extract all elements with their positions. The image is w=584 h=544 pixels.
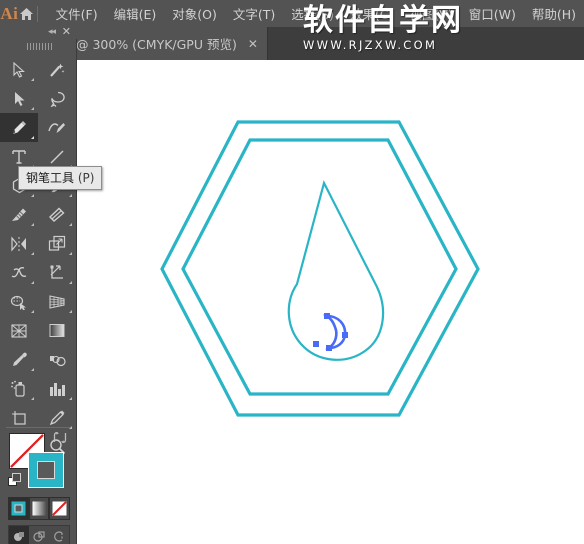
selection-tool-icon[interactable] bbox=[0, 55, 38, 84]
drag-handle[interactable] bbox=[27, 43, 53, 50]
tool-row bbox=[0, 258, 77, 287]
menu-view[interactable]: 视图(V) bbox=[401, 0, 460, 27]
collapse-icon[interactable]: ◂◂ bbox=[48, 26, 56, 37]
stroke-swatch[interactable] bbox=[28, 452, 64, 488]
lasso-tool-icon[interactable] bbox=[38, 84, 76, 113]
tooltip-shortcut: (P) bbox=[77, 171, 95, 185]
shaper-tool-icon[interactable] bbox=[0, 200, 38, 229]
symbol-sprayer-tool-icon[interactable] bbox=[0, 374, 38, 403]
tool-panel-header[interactable]: ◂◂ ✕ bbox=[0, 25, 77, 39]
shape-builder-tool-icon[interactable] bbox=[0, 287, 38, 316]
menu-help[interactable]: 帮助(H) bbox=[524, 0, 584, 27]
eyedropper-tool-icon[interactable] bbox=[0, 345, 38, 374]
draw-mode-buttons bbox=[8, 525, 70, 544]
tool-row bbox=[0, 316, 77, 345]
artwork-svg bbox=[160, 120, 480, 417]
draw-inside-button[interactable] bbox=[49, 526, 69, 544]
rotate-reflect-tool-icon[interactable] bbox=[0, 229, 38, 258]
tool-row bbox=[0, 84, 77, 113]
direct-selection-tool-icon[interactable] bbox=[0, 84, 38, 113]
artboard-canvas[interactable] bbox=[77, 60, 584, 544]
tool-row bbox=[0, 200, 77, 229]
document-tab[interactable]: @ 300% (CMYK/GPU 预览) ✕ bbox=[66, 27, 268, 60]
tool-row bbox=[0, 229, 77, 258]
eraser-tool-icon[interactable] bbox=[38, 200, 76, 229]
divider bbox=[6, 427, 70, 428]
outer-hexagon[interactable] bbox=[160, 120, 480, 417]
tool-grid bbox=[0, 55, 77, 461]
menu-items: 文件(F) 编辑(E) 对象(O) 文字(T) 选择(S) 效果(C) 视图(V… bbox=[48, 0, 584, 27]
menu-type[interactable]: 文字(T) bbox=[225, 0, 283, 27]
swap-fill-stroke-icon[interactable] bbox=[53, 431, 67, 449]
tooltip-label: 钢笔工具 bbox=[26, 171, 75, 185]
stroke-swatch-inner bbox=[37, 461, 55, 479]
default-fill-stroke-icon[interactable] bbox=[8, 473, 22, 492]
menu-file[interactable]: 文件(F) bbox=[48, 0, 106, 27]
gradient-tool-icon[interactable] bbox=[38, 316, 76, 345]
anchor-point[interactable] bbox=[342, 332, 348, 338]
menu-object[interactable]: 对象(O) bbox=[164, 0, 225, 27]
mesh-tool-icon[interactable] bbox=[0, 316, 38, 345]
anchor-point[interactable] bbox=[324, 313, 330, 319]
menu-select[interactable]: 选择(S) bbox=[283, 0, 342, 27]
menu-bar: Ai 文件(F) 编辑(E) 对象(O) 文字(T) 选择(S) 效果(C) 视… bbox=[0, 0, 584, 27]
close-icon[interactable]: ✕ bbox=[62, 25, 71, 38]
tool-panel: ◂◂ ✕ 钢笔工具 (P) bbox=[0, 25, 103, 544]
menubar-divider bbox=[37, 5, 38, 22]
tool-row bbox=[0, 374, 77, 403]
color-controls bbox=[0, 425, 77, 544]
perspective-grid-tool-icon[interactable] bbox=[38, 287, 76, 316]
free-transform-tool-icon[interactable] bbox=[38, 258, 76, 287]
column-graph-tool-icon[interactable] bbox=[38, 374, 76, 403]
home-icon[interactable] bbox=[19, 0, 35, 27]
gradient-mode-button[interactable] bbox=[28, 497, 50, 520]
curvature-tool-icon[interactable] bbox=[38, 113, 76, 142]
close-icon[interactable]: ✕ bbox=[245, 37, 261, 51]
menu-window[interactable]: 窗口(W) bbox=[461, 0, 524, 27]
menu-edit[interactable]: 编辑(E) bbox=[106, 0, 165, 27]
tool-row bbox=[0, 287, 77, 316]
pen-tool-tooltip: 钢笔工具 (P) bbox=[18, 166, 103, 190]
pen-tool-icon[interactable] bbox=[0, 113, 38, 142]
tool-row bbox=[0, 345, 77, 374]
paint-mode-buttons bbox=[8, 497, 71, 520]
anchor-point[interactable] bbox=[326, 345, 332, 351]
anchor-point[interactable] bbox=[313, 341, 319, 347]
tool-row bbox=[0, 55, 77, 84]
document-tab-bar: @ 300% (CMYK/GPU 预览) ✕ bbox=[0, 27, 584, 60]
app-logo: Ai bbox=[0, 3, 19, 23]
magic-wand-tool-icon[interactable] bbox=[38, 55, 76, 84]
scale-tool-icon[interactable] bbox=[38, 229, 76, 258]
none-mode-button[interactable] bbox=[49, 497, 71, 520]
tool-row bbox=[0, 113, 77, 142]
width-warp-tool-icon[interactable] bbox=[0, 258, 38, 287]
color-mode-button[interactable] bbox=[8, 497, 29, 520]
draw-normal-button[interactable] bbox=[9, 526, 29, 544]
menu-effect[interactable]: 效果(C) bbox=[342, 0, 401, 27]
illustrator-window: Ai 文件(F) 编辑(E) 对象(O) 文字(T) 选择(S) 效果(C) 视… bbox=[0, 0, 584, 544]
draw-behind-button[interactable] bbox=[29, 526, 49, 544]
document-tab-label: @ 300% (CMYK/GPU 预览) bbox=[76, 37, 237, 52]
blend-tool-icon[interactable] bbox=[38, 345, 76, 374]
